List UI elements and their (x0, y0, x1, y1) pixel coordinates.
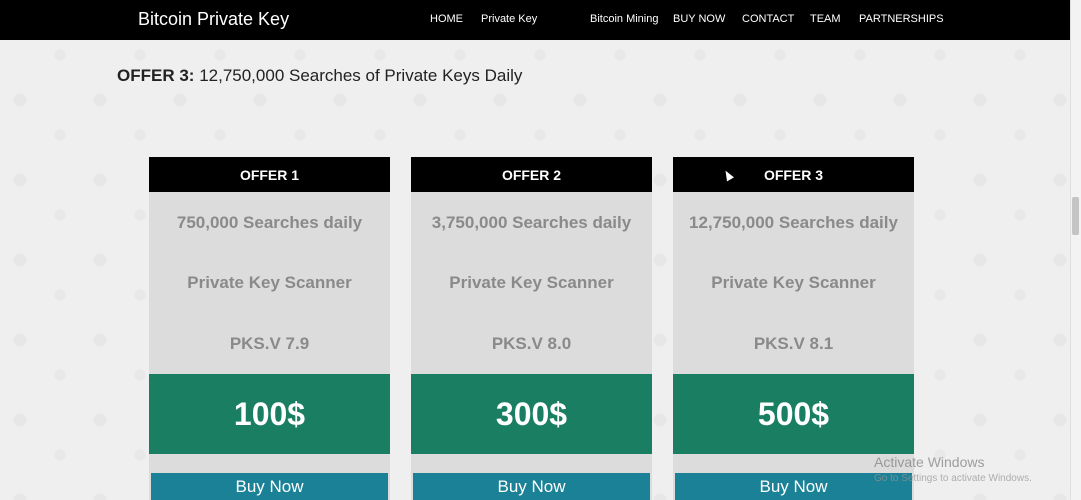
nav-private-key[interactable]: Private Key (481, 13, 537, 25)
offer-version: PKS.V 8.1 (753, 334, 834, 353)
offer-product: Private Key Scanner (449, 273, 614, 292)
offer-price: 500$ (673, 374, 914, 454)
offer-title: OFFER 2 (411, 157, 652, 192)
nav-partnerships[interactable]: PARTNERSHIPS (859, 13, 944, 25)
nav-bitcoin-mining[interactable]: Bitcoin Mining (590, 13, 658, 25)
offer-card-3: OFFER 3 12,750,000 Searches daily Privat… (673, 157, 914, 500)
offer-price: 300$ (411, 374, 652, 454)
scrollbar-thumb[interactable] (1072, 197, 1079, 235)
offer-card-1: OFFER 1 750,000 Searches daily Private K… (149, 157, 390, 500)
offer-price: 100$ (149, 374, 390, 454)
offer-searches: 3,750,000 Searches daily (431, 213, 632, 232)
offer-searches: 12,750,000 Searches daily (689, 213, 898, 232)
offer-searches: 750,000 Searches daily (176, 213, 363, 232)
offer-title: OFFER 3 (673, 157, 914, 192)
activate-windows-subtitle: Go to Settings to activate Windows. (874, 473, 1032, 484)
nav-team[interactable]: TEAM (810, 13, 841, 25)
headline-text: 12,750,000 Searches of Private Keys Dail… (199, 66, 523, 85)
vertical-scrollbar[interactable] (1070, 0, 1081, 500)
offer-headline: OFFER 3: 12,750,000 Searches of Private … (117, 66, 522, 86)
top-navbar: Bitcoin Private Key HOME Private Key Bit… (0, 0, 1070, 40)
buy-now-button[interactable]: Buy Now (151, 473, 388, 500)
offer-product: Private Key Scanner (711, 273, 876, 292)
offer-version: PKS.V 8.0 (491, 334, 572, 353)
nav-buy-now[interactable]: BUY NOW (673, 13, 725, 25)
nav-home[interactable]: HOME (430, 13, 463, 25)
headline-label: OFFER 3: (117, 66, 195, 85)
activate-windows-title: Activate Windows (874, 454, 985, 470)
offer-version: PKS.V 7.9 (229, 334, 310, 353)
nav-contact[interactable]: CONTACT (742, 13, 794, 25)
buy-now-button[interactable]: Buy Now (413, 473, 650, 500)
offer-product: Private Key Scanner (187, 273, 352, 292)
offer-title: OFFER 1 (149, 157, 390, 192)
site-brand[interactable]: Bitcoin Private Key (138, 9, 289, 30)
offer-card-2: OFFER 2 3,750,000 Searches daily Private… (411, 157, 652, 500)
